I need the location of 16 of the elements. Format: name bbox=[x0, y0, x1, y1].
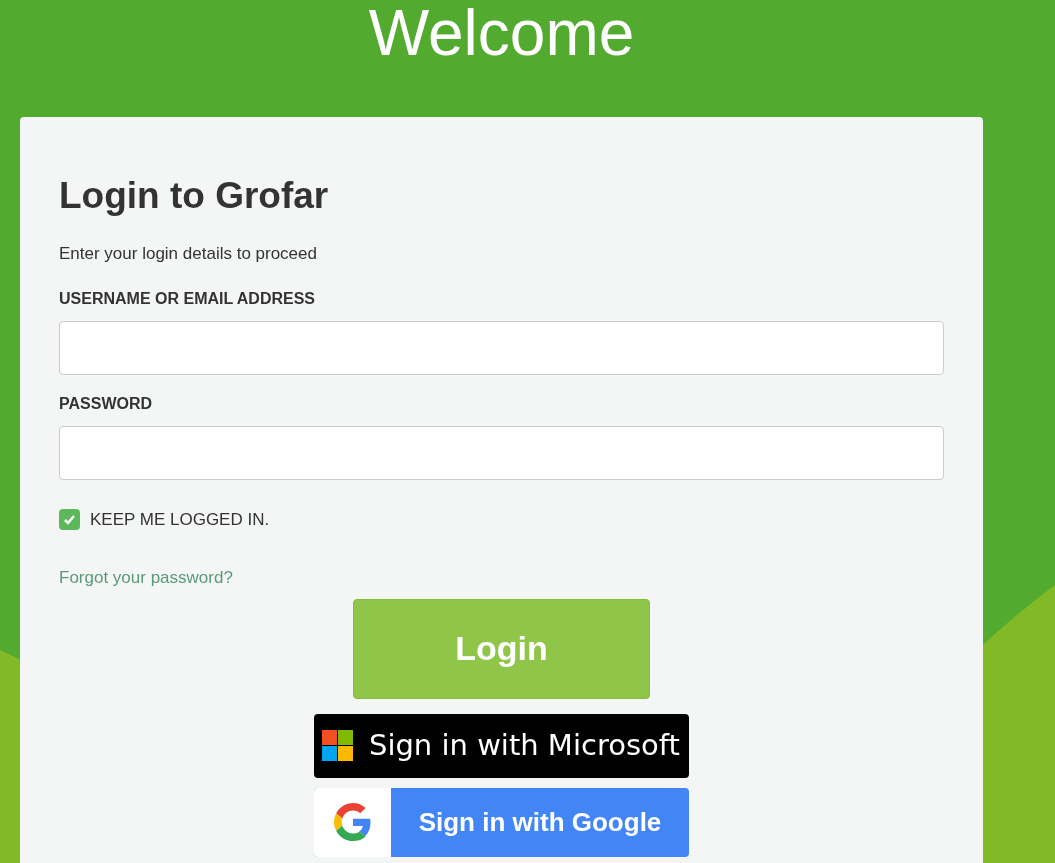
welcome-title: Welcome bbox=[368, 1, 635, 65]
card-title: Login to Grofar bbox=[59, 174, 330, 218]
input-field[interactable] bbox=[59, 425, 944, 480]
google-sign-in-button[interactable]: Sign in with Google bbox=[314, 787, 689, 857]
input-field[interactable] bbox=[59, 320, 944, 375]
microsoft-sign-in-button[interactable]: Sign in with Microsoft bbox=[314, 713, 689, 778]
field-label: PASSWORD bbox=[59, 393, 154, 414]
microsoft-logo-icon bbox=[322, 730, 353, 762]
forgot-password-link[interactable]: Forgot your password? bbox=[59, 565, 233, 591]
google-logo-icon bbox=[333, 803, 372, 842]
keep-logged-in-label: KEEP ME LOGGED IN. bbox=[90, 508, 270, 531]
field-label: USERNAME OR EMAIL ADDRESS bbox=[59, 288, 317, 309]
login-button[interactable]: Login bbox=[353, 598, 650, 699]
card-subtitle: Enter your login details to proceed bbox=[59, 243, 318, 266]
check-icon bbox=[63, 513, 76, 526]
keep-logged-in-checkbox[interactable] bbox=[59, 509, 80, 530]
